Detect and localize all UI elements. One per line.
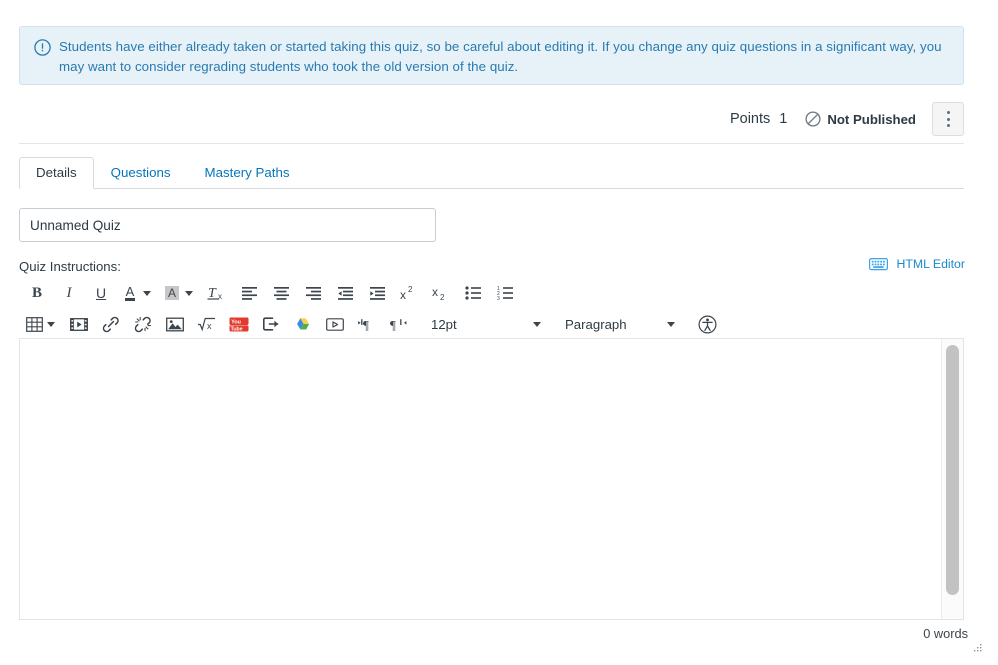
youtube-icon[interactable]: You Tube: [225, 311, 253, 337]
highlight-color-button[interactable]: A: [161, 280, 183, 306]
html-editor-label: HTML Editor: [896, 257, 965, 271]
info-circle-icon: [34, 39, 51, 56]
text-color-dropdown-icon[interactable]: [143, 290, 151, 296]
header-divider: [19, 143, 964, 144]
svg-text:x: x: [218, 292, 222, 301]
scrollbar-thumb[interactable]: [946, 345, 959, 595]
quiz-instructions-textarea[interactable]: [20, 339, 941, 619]
chevron-down-icon: [667, 321, 675, 327]
resize-handle-icon[interactable]: [972, 641, 982, 652]
svg-text:¶: ¶: [363, 318, 369, 333]
quiz-instructions-label: Quiz Instructions:: [19, 259, 121, 274]
quiz-title-input[interactable]: [19, 208, 436, 242]
kebab-dot: [946, 110, 950, 114]
bulleted-list-button[interactable]: [459, 280, 487, 306]
table-dropdown-icon[interactable]: [47, 321, 55, 327]
outdent-button[interactable]: [331, 280, 359, 306]
tab-details[interactable]: Details: [19, 157, 94, 189]
kebab-dot: [946, 124, 950, 128]
editor-body-frame: [19, 338, 964, 620]
align-left-button[interactable]: [235, 280, 263, 306]
text-color-button[interactable]: A: [119, 280, 141, 306]
rtl-direction-button[interactable]: ¶: [385, 311, 413, 337]
status-badge: Not Published: [805, 111, 916, 127]
underline-button[interactable]: U: [87, 280, 115, 306]
ltr-direction-button[interactable]: ¶: [353, 311, 381, 337]
indent-button[interactable]: [363, 280, 391, 306]
superscript-button[interactable]: x 2: [395, 280, 423, 306]
block-format-value: Paragraph: [565, 316, 627, 332]
highlight-color-dropdown-icon[interactable]: [185, 290, 193, 296]
word-count-label: 0 words: [923, 626, 968, 641]
quiz-tabs: Details Questions Mastery Paths: [19, 157, 964, 189]
quiz-edit-page: Students have either already taken or st…: [0, 0, 998, 665]
svg-text:x: x: [432, 285, 438, 299]
chevron-down-icon: [533, 321, 541, 327]
svg-text:3: 3: [497, 296, 500, 300]
italic-button[interactable]: I: [55, 280, 83, 306]
alert-message: Students have either already taken or st…: [59, 39, 942, 74]
keyboard-icon: [869, 257, 889, 271]
align-center-button[interactable]: [267, 280, 295, 306]
kebab-dot: [946, 117, 950, 121]
publish-status-label: Not Published: [827, 111, 916, 127]
tab-questions[interactable]: Questions: [94, 157, 188, 189]
block-format-select[interactable]: Paragraph: [565, 317, 675, 332]
external-tool-button[interactable]: [257, 311, 285, 337]
accessibility-checker-button[interactable]: [693, 311, 721, 337]
tab-mastery-paths[interactable]: Mastery Paths: [188, 157, 307, 189]
quiz-meta-row: Points 1 Not Published: [19, 96, 964, 142]
svg-text:2: 2: [440, 293, 445, 301]
points-value: 1: [779, 111, 788, 127]
media-button[interactable]: [65, 311, 93, 337]
image-button[interactable]: [161, 311, 189, 337]
svg-text:¶: ¶: [390, 318, 396, 333]
quiz-edit-warning-alert: Students have either already taken or st…: [19, 26, 964, 85]
svg-text:You: You: [231, 319, 241, 325]
font-size-select[interactable]: 12pt: [431, 317, 541, 332]
html-editor-toggle[interactable]: HTML Editor: [869, 257, 965, 271]
rich-content-editor: B I U A A T x x 2 x 2 1 2 3 x You Tube ¶…: [19, 278, 964, 340]
toolbar-row-formatting: B I U A A T x x 2 x 2 1 2 3: [19, 278, 964, 308]
numbered-list-button[interactable]: 1 2 3: [491, 280, 519, 306]
bold-button[interactable]: B: [23, 280, 51, 306]
align-right-button[interactable]: [299, 280, 327, 306]
more-options-button[interactable]: [932, 102, 964, 136]
points-label: Points: [729, 111, 771, 127]
math-equation-button[interactable]: x: [193, 311, 221, 337]
clear-formatting-button[interactable]: T x: [203, 280, 231, 306]
svg-text:2: 2: [408, 285, 413, 294]
circle-slash-icon: [805, 111, 821, 127]
editor-vertical-scrollbar[interactable]: [941, 339, 963, 619]
svg-text:x: x: [207, 321, 212, 331]
table-button[interactable]: [23, 311, 45, 337]
link-button[interactable]: [97, 311, 125, 337]
unlink-button[interactable]: [129, 311, 157, 337]
toolbar-row-insert: x You Tube ¶ ¶ 12pt Paragraph: [19, 308, 964, 340]
subscript-button[interactable]: x 2: [427, 280, 455, 306]
google-drive-icon[interactable]: [289, 311, 317, 337]
font-size-value: 12pt: [431, 316, 457, 332]
embed-video-button[interactable]: [321, 311, 349, 337]
svg-text:x: x: [400, 288, 406, 301]
svg-text:Tube: Tube: [231, 326, 243, 332]
